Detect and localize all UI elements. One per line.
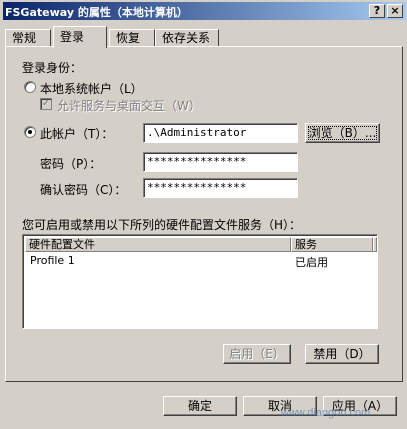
ok-button[interactable]: 确定: [163, 396, 237, 416]
tab-logon[interactable]: 登录: [53, 26, 107, 48]
close-button[interactable]: ×: [387, 4, 403, 18]
window-title: FSGateway 的属性（本地计算机）: [5, 6, 188, 19]
tab-general[interactable]: 常规: [5, 29, 51, 47]
watermark-text: www.diangon.com: [281, 407, 371, 419]
logon-tab-panel: [5, 46, 403, 382]
tab-recovery[interactable]: 恢复: [109, 29, 155, 47]
tab-dependencies[interactable]: 依存关系: [155, 29, 219, 47]
help-button[interactable]: ?: [369, 4, 385, 18]
properties-dialog: FSGateway 的属性（本地计算机） ? × 常规 登录 恢复 依存关系 登…: [0, 0, 407, 429]
title-bar[interactable]: FSGateway 的属性（本地计算机） ? ×: [3, 2, 406, 20]
